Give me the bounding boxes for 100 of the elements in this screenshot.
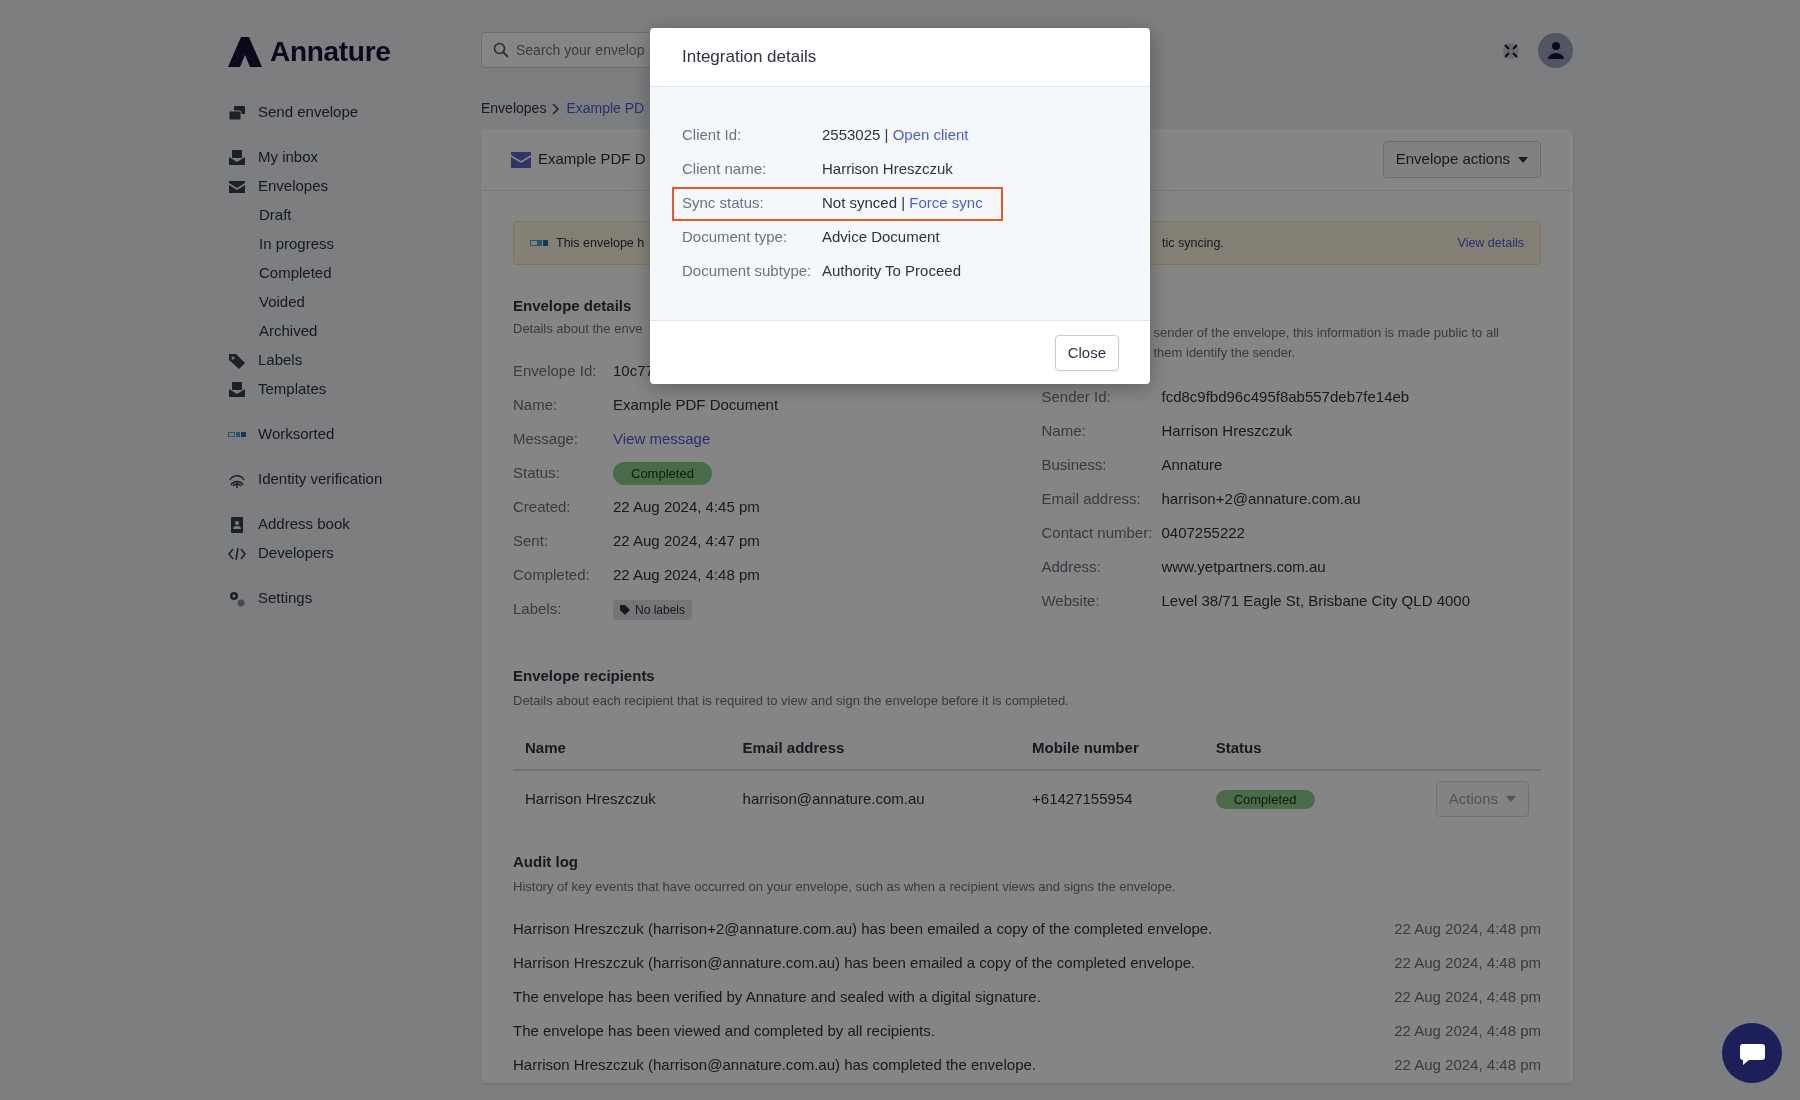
sidebar-subitem[interactable]: Voided <box>228 288 481 317</box>
column-header: Email address <box>730 728 1021 770</box>
caret-icon <box>1518 156 1528 163</box>
field-value: Annature <box>1161 454 1223 475</box>
logo-icon <box>228 37 262 67</box>
sidebar-item[interactable]: Envelopes <box>228 172 481 201</box>
sidebar-item[interactable]: Address book <box>228 510 481 539</box>
envelope-actions-button[interactable]: Envelope actions <box>1382 141 1541 178</box>
labels-tag: No labels <box>613 599 693 620</box>
section-description: sender of the envelope, this information is made public to all <box>1153 324 1500 342</box>
arrows-icon <box>1502 41 1520 60</box>
card-title: Example PDF D <box>538 149 646 170</box>
sidebar-subitem[interactable]: Completed <box>228 259 481 288</box>
dialog-title: Integration details <box>682 47 817 66</box>
field-label: Name: <box>513 395 559 416</box>
field-label: Website: <box>1041 590 1101 611</box>
notice-text: This envelope h <box>556 234 645 252</box>
sidebar-subitem[interactable]: Draft <box>228 201 481 230</box>
sidebar-item[interactable]: My inbox <box>228 143 481 172</box>
table-cell: harrison@annature.com.au <box>730 769 1021 827</box>
field-value: Not synced | Force sync <box>822 193 983 214</box>
view-details-link[interactable]: View details <box>1457 233 1524 253</box>
field-label: Address: <box>1041 556 1102 577</box>
tag-icon <box>620 604 630 615</box>
column-header: Name <box>513 728 731 770</box>
dialog-link[interactable]: Open client <box>892 126 969 144</box>
address-book-icon <box>228 515 246 534</box>
sidebar-item[interactable]: Developers <box>228 539 481 568</box>
search-icon <box>493 42 509 58</box>
envelopes-icon <box>228 103 246 122</box>
field-label: Document subtype: <box>682 261 813 282</box>
sidebar-subitem[interactable]: In progress <box>228 230 481 259</box>
field-label: Document type: <box>682 227 789 248</box>
chevron-icon <box>552 102 561 115</box>
sidebar-item[interactable]: Send envelope <box>228 98 481 127</box>
field-value: Level 38/71 Eagle St, Brisbane City QLD 4000 <box>1161 590 1470 611</box>
envelope-icon <box>511 151 531 168</box>
column-header: Mobile number <box>1020 728 1204 770</box>
field-label: Client Id: <box>682 125 743 146</box>
field-value: www.yetpartners.com.au <box>1161 556 1326 577</box>
log-time: 22 Aug 2024, 4:48 pm <box>1394 987 1541 1008</box>
section-heading: Envelope recipients <box>513 666 656 685</box>
sidebar-item[interactable]: Settings <box>228 584 481 613</box>
dialog-link[interactable]: Force sync <box>909 194 983 212</box>
chat-button[interactable] <box>1722 1023 1782 1083</box>
sidebar-item[interactable]: Worksorted <box>228 420 481 449</box>
status-badge: Completed <box>1215 789 1315 809</box>
table-cell: +61427155954 <box>1020 769 1204 827</box>
section-description: them identify the sender. <box>1153 344 1297 362</box>
person-icon <box>1545 40 1566 60</box>
log-time: 22 Aug 2024, 4:48 pm <box>1394 1055 1541 1076</box>
avatar[interactable] <box>1538 32 1573 68</box>
field-label: Labels: <box>513 599 563 620</box>
sidebar-item[interactable]: Identity verification <box>228 465 481 494</box>
sidebar-subitem[interactable]: Archived <box>228 317 481 346</box>
section-heading: Audit log <box>513 853 579 871</box>
field-label: Completed: <box>513 565 591 586</box>
column-header: Status <box>1203 728 1377 770</box>
sidebar-item[interactable]: Labels <box>228 346 481 375</box>
view-message-link[interactable]: View message <box>613 428 711 451</box>
log-time: 22 Aug 2024, 4:48 pm <box>1394 919 1541 940</box>
tag-icon <box>228 351 246 370</box>
log-entry: Harrison Hreszczuk (harrison+2@annature.com.au) has been emailed a copy of the completed envelope. <box>513 919 1213 940</box>
gears-icon <box>228 589 246 608</box>
breadcrumb-link[interactable]: Envelopes <box>481 98 547 119</box>
brand-name: Annature <box>270 35 391 69</box>
breadcrumb-link[interactable]: Example PD <box>566 98 645 119</box>
notice-text: tic syncing. <box>1162 234 1224 252</box>
field-label: Envelope Id: <box>513 361 598 382</box>
field-value: harrison+2@annature.com.au <box>1161 488 1361 509</box>
field-label: Sender Id: <box>1041 386 1112 407</box>
field-label: Status: <box>513 463 561 484</box>
bars-icon <box>228 432 246 437</box>
field-label: Business: <box>1041 454 1108 475</box>
inbox-icon <box>228 148 246 167</box>
bars-icon <box>530 240 548 246</box>
field-label: Client name: <box>682 159 768 180</box>
template-icon <box>228 380 246 399</box>
section-description: History of key events that have occurred on your envelope, such as when a recipient views and signs the envelope. <box>513 878 1177 896</box>
log-entry: Harrison Hreszczuk (harrison@annature.com.au) has been emailed a copy of the completed envelope. <box>513 953 1196 974</box>
section-description: Details about each recipient that is required to view and sign the envelope before it is completed. <box>513 691 1070 710</box>
field-value: 22 Aug 2024, 4:48 pm <box>613 565 760 586</box>
field-label: Contact number: <box>1041 522 1154 543</box>
field-label: Email address: <box>1041 488 1142 509</box>
sidebar-item[interactable]: Templates <box>228 375 481 404</box>
close-button[interactable]: Close <box>1054 334 1119 371</box>
log-time: 22 Aug 2024, 4:48 pm <box>1394 1021 1541 1042</box>
field-label: Sync status: <box>682 193 765 214</box>
field-value: Advice Document <box>822 227 940 248</box>
log-entry: Harrison Hreszczuk (harrison@annature.com.au) has completed the envelope. <box>513 1055 1036 1076</box>
caret-icon <box>1506 795 1516 802</box>
log-time: 22 Aug 2024, 4:48 pm <box>1394 953 1541 974</box>
section-description: Details about the enve <box>513 320 644 338</box>
field-label: Sent: <box>513 531 550 552</box>
log-entry: The envelope has been viewed and completed by all recipients. <box>513 1021 935 1042</box>
field-value: 0407255222 <box>1161 522 1245 543</box>
status-badge: Completed <box>613 461 712 486</box>
field-value: Example PDF Document <box>613 395 779 416</box>
field-value: 22 Aug 2024, 4:47 pm <box>613 531 760 552</box>
field-value: 22 Aug 2024, 4:45 pm <box>613 497 760 518</box>
